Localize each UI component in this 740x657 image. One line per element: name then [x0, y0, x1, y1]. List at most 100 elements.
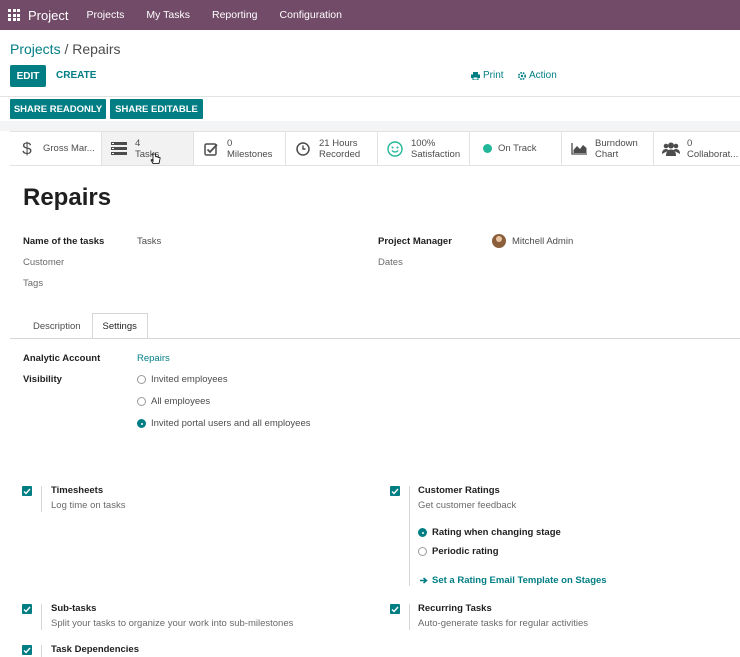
share-readonly-button[interactable]: SHARE READONLY	[10, 99, 106, 119]
rating-option-label: Rating when changing stage	[432, 527, 561, 538]
print-label: Print	[483, 70, 504, 81]
tasks-icon	[110, 142, 128, 155]
breadcrumb-projects[interactable]: Projects	[10, 41, 61, 57]
subtasks-title: Sub-tasks	[51, 603, 97, 614]
dollar-icon: $	[22, 138, 32, 158]
milestones-label: Milestones	[227, 148, 273, 160]
smile-icon	[386, 140, 404, 157]
customer-ratings-title: Customer Ratings	[418, 485, 500, 496]
avatar	[492, 234, 506, 248]
visibility-option-label: Invited employees	[151, 374, 228, 385]
radio-icon	[137, 375, 146, 384]
record-title[interactable]: Repairs	[23, 184, 111, 212]
radio-icon	[137, 397, 146, 406]
gross-margin-label: Gross Mar...	[43, 143, 95, 154]
check-icon	[23, 606, 31, 613]
rating-template-link[interactable]: Set a Rating Email Template on Stages	[420, 575, 607, 586]
menu-my-tasks[interactable]: My Tasks	[146, 9, 190, 21]
visibility-option-invited[interactable]: Invited employees	[137, 374, 228, 385]
hours-value: 21 Hours	[319, 137, 358, 149]
visibility-option-portal[interactable]: Invited portal users and all employees	[137, 418, 310, 429]
tab-settings[interactable]: Settings	[91, 313, 148, 339]
task-dependencies-title: Task Dependencies	[51, 644, 140, 655]
satisfaction-value: 100%	[411, 137, 436, 149]
rating-option-periodic[interactable]: Periodic rating	[418, 546, 499, 557]
control-panel-divider	[0, 96, 740, 97]
top-navbar: Project Projects My Tasks Reporting Conf…	[0, 0, 740, 30]
setting-divider	[409, 486, 410, 586]
setting-divider	[41, 486, 42, 512]
status-dot-icon	[482, 144, 492, 153]
smart-button-collaborators[interactable]: 0 Collaborat...	[654, 132, 740, 165]
burndown-line2: Chart	[595, 148, 619, 160]
breadcrumb: Projects / Repairs	[10, 41, 121, 57]
rating-option-stage[interactable]: Rating when changing stage	[418, 527, 561, 538]
check-icon	[391, 606, 399, 613]
timesheets-title: Timesheets	[51, 485, 104, 496]
hours-label: Recorded	[319, 148, 361, 160]
tasks-count: 4	[135, 137, 141, 149]
smart-button-satisfaction[interactable]: 100% Satisfaction	[378, 132, 470, 165]
menu-reporting[interactable]: Reporting	[212, 9, 258, 21]
sheet-background	[0, 121, 740, 131]
tab-description[interactable]: Description	[22, 313, 92, 339]
arrow-right-icon	[420, 577, 428, 584]
subtasks-desc: Split your tasks to organize your work i…	[51, 618, 294, 629]
create-button[interactable]: CREATE	[56, 70, 96, 81]
status-label: On Track	[498, 143, 537, 154]
project-manager-value[interactable]: Mitchell Admin	[512, 236, 573, 247]
rating-template-label: Set a Rating Email Template on Stages	[432, 575, 607, 586]
check-square-icon	[202, 142, 220, 156]
menu-projects[interactable]: Projects	[86, 9, 124, 21]
customer-label: Customer	[23, 257, 65, 268]
smart-button-tasks[interactable]: 4 Tasks	[102, 132, 194, 165]
recurring-tasks-checkbox[interactable]	[390, 604, 400, 614]
check-icon	[391, 488, 399, 495]
customer-ratings-desc: Get customer feedback	[418, 500, 517, 511]
visibility-option-all-employees[interactable]: All employees	[137, 396, 210, 407]
smart-button-milestones[interactable]: 0 Milestones	[194, 132, 286, 165]
action-label: Action	[529, 70, 557, 81]
menu-configuration[interactable]: Configuration	[280, 9, 342, 21]
customer-ratings-checkbox[interactable]	[390, 486, 400, 496]
check-icon	[23, 488, 31, 495]
app-brand[interactable]: Project	[28, 8, 68, 23]
rating-option-label: Periodic rating	[432, 546, 499, 557]
subtasks-checkbox[interactable]	[22, 604, 32, 614]
apps-menu-icon[interactable]	[8, 9, 20, 21]
clock-icon	[294, 141, 312, 156]
radio-selected-icon	[137, 419, 146, 428]
timesheets-desc: Log time on tasks	[51, 500, 126, 511]
smart-button-status[interactable]: On Track	[470, 132, 562, 165]
milestones-count: 0	[227, 137, 233, 149]
visibility-label: Visibility	[23, 374, 62, 385]
smart-button-gross-margin[interactable]: $ Gross Mar...	[10, 132, 102, 165]
breadcrumb-separator: /	[60, 41, 73, 57]
smart-button-hours[interactable]: 21 Hours Recorded	[286, 132, 378, 165]
analytic-account-link[interactable]: Repairs	[137, 353, 170, 364]
name-of-tasks-value[interactable]: Tasks	[137, 236, 161, 247]
action-menu[interactable]: Action	[518, 70, 557, 81]
recurring-tasks-desc: Auto-generate tasks for regular activiti…	[418, 618, 589, 629]
share-editable-button[interactable]: SHARE EDITABLE	[110, 99, 203, 119]
print-menu[interactable]: Print	[471, 70, 504, 81]
task-dependencies-checkbox[interactable]	[22, 645, 32, 655]
radio-icon	[418, 547, 427, 556]
visibility-option-label: All employees	[151, 396, 211, 407]
satisfaction-label: Satisfaction	[411, 148, 461, 160]
burndown-line1: Burndown	[595, 137, 638, 149]
tab-divider	[10, 338, 740, 339]
smart-button-burndown[interactable]: Burndown Chart	[562, 132, 654, 165]
form-tabs: Description Settings	[22, 313, 148, 339]
check-icon	[23, 647, 31, 654]
collaborators-label: Collaborat...	[687, 148, 739, 160]
gear-icon	[518, 71, 526, 80]
setting-divider	[409, 604, 410, 630]
radio-selected-icon	[418, 528, 427, 537]
timesheets-checkbox[interactable]	[22, 486, 32, 496]
edit-button[interactable]: EDIT	[10, 65, 46, 87]
setting-divider	[41, 645, 42, 657]
recurring-tasks-title: Recurring Tasks	[418, 603, 492, 614]
mouse-cursor-icon	[150, 153, 161, 164]
visibility-option-label: Invited portal users and all employees	[151, 418, 311, 429]
